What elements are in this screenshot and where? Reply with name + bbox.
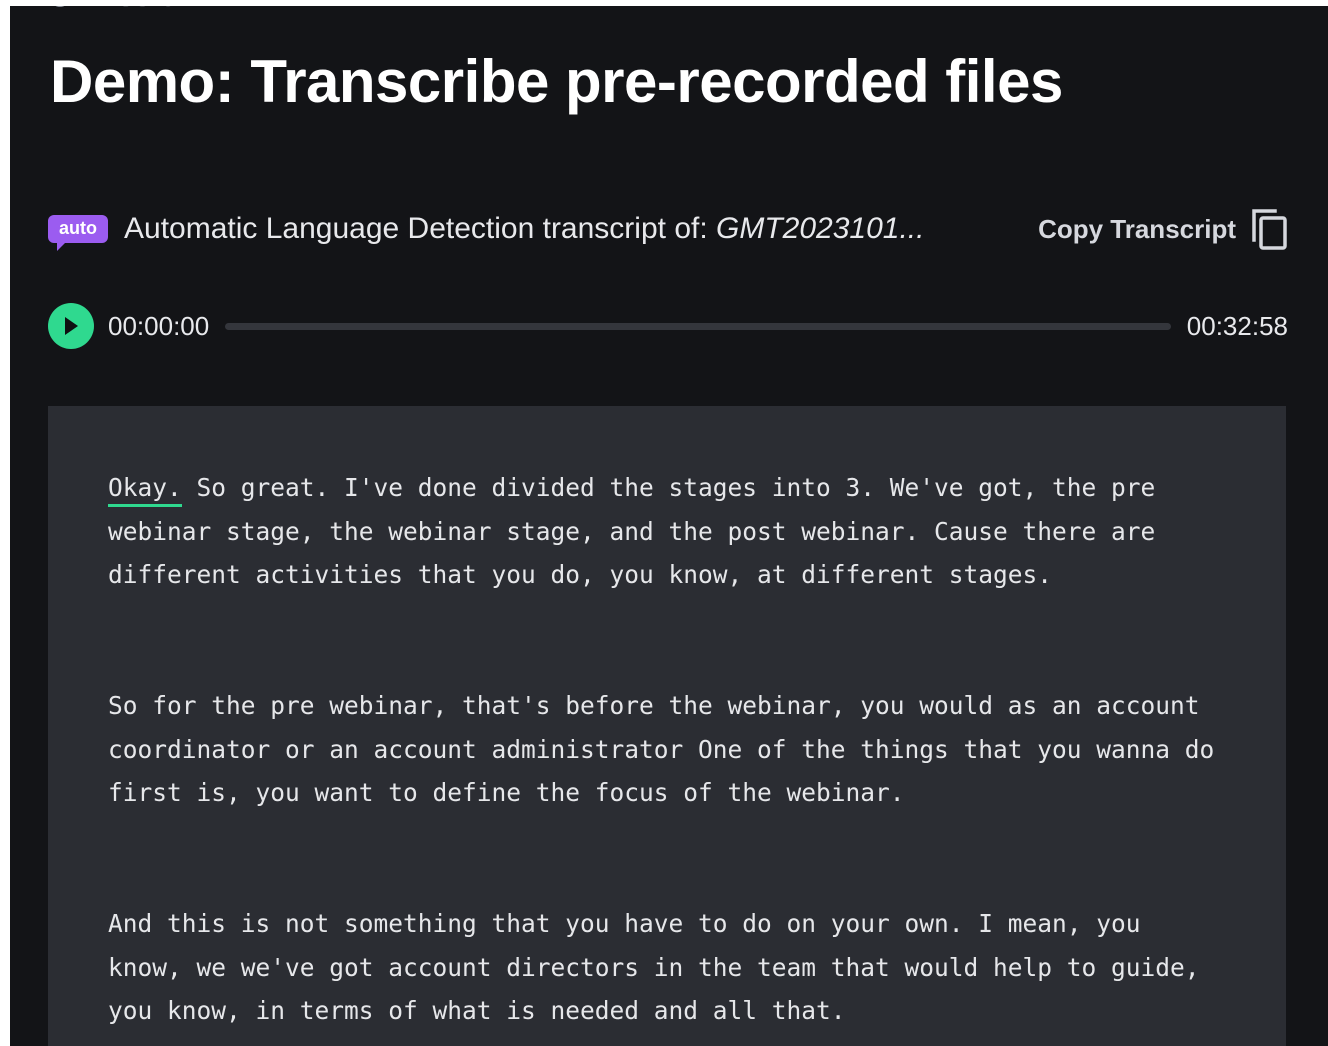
transcript-panel: Okay. So great. I've done divided the st… [48, 406, 1286, 1046]
current-word[interactable]: Okay. [108, 473, 182, 502]
transcript-label: Automatic Language Detection transcript … [124, 212, 924, 246]
transcript-label-text: Automatic Language Detection transcript … [124, 212, 717, 245]
total-time: 00:32:58 [1186, 310, 1288, 341]
breadcrumb: Mission [50, 6, 196, 14]
progress-slider[interactable] [225, 322, 1171, 330]
breadcrumb-dot-icon [50, 6, 70, 7]
breadcrumb-label: Mission [84, 6, 196, 14]
play-button[interactable] [48, 303, 94, 349]
transcript-header: auto Automatic Language Detection transc… [48, 206, 1288, 252]
paragraph-text: So great. I've done divided the stages i… [108, 473, 1156, 589]
current-time: 00:00:00 [108, 310, 210, 341]
transcript-paragraph: Okay. So great. I've done divided the st… [108, 466, 1228, 597]
copy-transcript-label: Copy Transcript [1038, 213, 1236, 244]
transcription-demo-page: Mission Demo: Transcribe pre-recorded fi… [10, 6, 1328, 1046]
copy-icon [1252, 209, 1287, 250]
file-name: GMT2023101... [716, 212, 925, 245]
audio-player: 00:00:00 00:32:58 [48, 302, 1288, 350]
copy-transcript-button[interactable]: Copy Transcript [1038, 207, 1288, 251]
page-title: Demo: Transcribe pre-recorded files [50, 48, 1063, 115]
language-badge: auto [48, 215, 108, 251]
play-icon [65, 317, 78, 335]
transcript-paragraph: So for the pre webinar, that's before th… [108, 691, 1215, 807]
transcript-paragraph: And this is not something that you have … [108, 909, 1200, 1025]
